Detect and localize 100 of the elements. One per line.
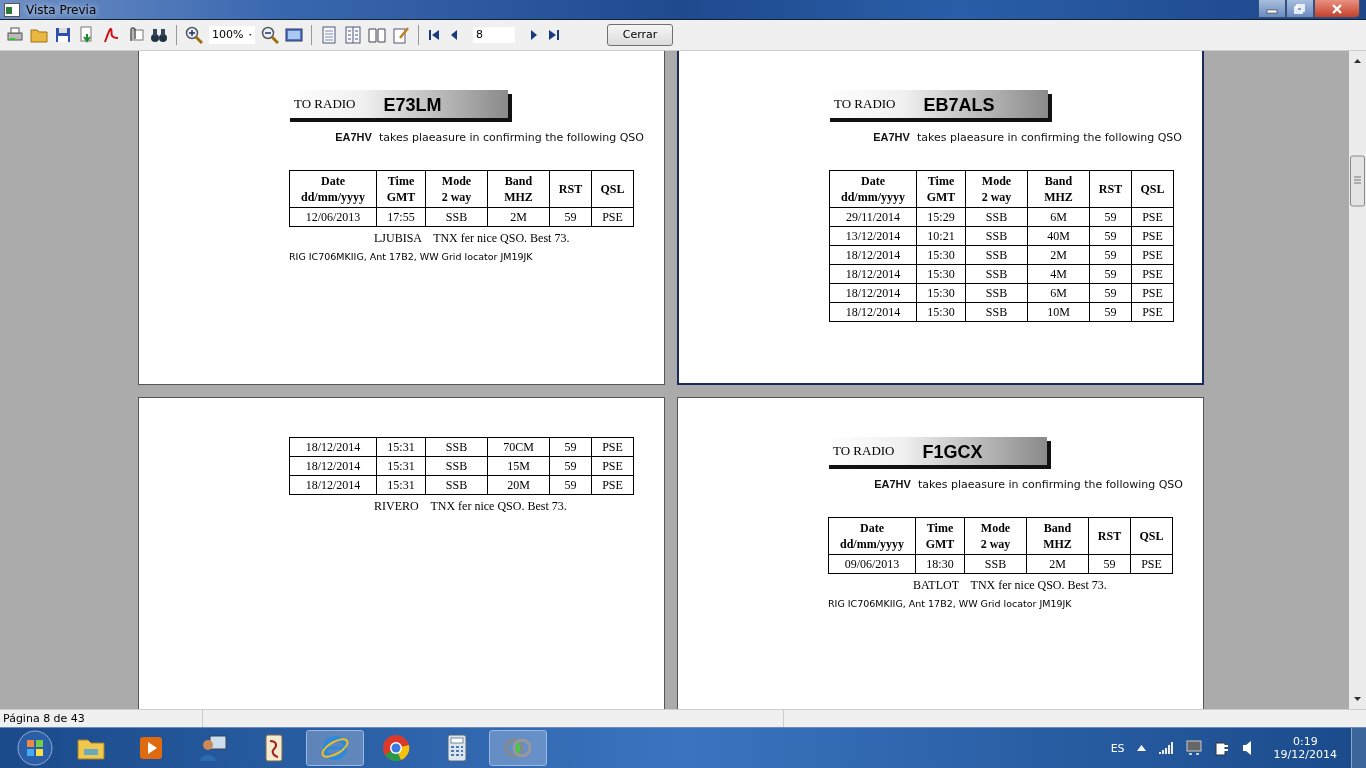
close-icon — [1330, 3, 1344, 14]
column-header: Mode 2 way — [965, 170, 1028, 208]
table-cell: 15:31 — [376, 456, 426, 476]
table-cell: SSB — [425, 475, 488, 495]
table-cell: PSE — [1131, 283, 1174, 303]
start-button[interactable] — [16, 729, 54, 767]
close-button[interactable] — [1314, 0, 1360, 18]
column-header: RST — [1088, 517, 1131, 555]
first-page-icon[interactable] — [427, 27, 441, 42]
table-cell: SSB — [425, 437, 488, 457]
two-page-icon[interactable] — [344, 25, 362, 44]
column-header: QSL — [1131, 170, 1174, 208]
closing-text: LJUBISA TNX fer nice QSO. Best 73. — [374, 230, 570, 245]
rig-text: RIG IC706MKIIG, Ant 17B2, WW Grid locator JM19JK — [289, 250, 533, 262]
pdf-icon[interactable] — [102, 25, 120, 44]
clock-time[interactable]: 0:19 — [1292, 735, 1318, 748]
confirmation-text: EA7HV takes plaeasure in confirming the following QSO — [872, 130, 1182, 144]
table-cell: 15:30 — [916, 264, 966, 284]
table-cell: 18/12/2014 — [289, 475, 377, 495]
column-header: Band MHZ — [487, 170, 550, 208]
table-cell: 18/12/2014 — [289, 437, 377, 457]
language-indicator[interactable]: ES — [1110, 741, 1125, 755]
table-cell: 10:21 — [916, 226, 966, 246]
column-header: Date dd/mm/yyyy — [829, 170, 917, 208]
column-header: Time GMT — [376, 170, 426, 208]
table-cell: 15:30 — [916, 283, 966, 303]
window-title: Vista Previa — [26, 2, 97, 17]
table-cell: 40M — [1027, 226, 1090, 246]
table-cell: 59 — [1089, 283, 1132, 303]
table-cell: PSE — [591, 456, 634, 476]
table-cell: PSE — [591, 437, 634, 457]
table-cell: SSB — [965, 264, 1028, 284]
table-cell: 15:29 — [916, 207, 966, 227]
table-cell: 6M — [1027, 283, 1090, 303]
table-cell: 18/12/2014 — [829, 302, 917, 322]
close-preview-button[interactable]: Cerrar — [607, 23, 673, 46]
show-hidden-icons-icon[interactable] — [1136, 745, 1146, 751]
restore-button[interactable] — [1286, 0, 1314, 18]
page-number-field[interactable]: 8 — [473, 26, 515, 43]
callsign: EB7ALS — [923, 94, 995, 117]
to-radio-label: TO RADIO — [833, 442, 895, 459]
table-cell: 15:31 — [376, 475, 426, 495]
column-header: RST — [1089, 170, 1132, 208]
table-cell: 59 — [1089, 302, 1132, 322]
column-header: RST — [549, 170, 592, 208]
table-cell: 10M — [1027, 302, 1090, 322]
table-cell: 4M — [1027, 264, 1090, 284]
column-header: QSL — [591, 170, 634, 208]
signal-icon[interactable] — [1157, 742, 1174, 754]
table-cell: 59 — [1089, 264, 1132, 284]
table-cell: 18/12/2014 — [829, 245, 917, 265]
table-cell: SSB — [425, 207, 488, 227]
table-cell: 20M — [487, 475, 550, 495]
table-cell: PSE — [1131, 302, 1174, 322]
zoom-in-icon[interactable] — [185, 25, 203, 44]
table-cell: 2M — [1027, 245, 1090, 265]
table-cell: 17:55 — [376, 207, 426, 227]
book-icon[interactable] — [368, 25, 386, 44]
column-header: Time GMT — [915, 517, 965, 555]
speaker-icon[interactable] — [1241, 740, 1254, 756]
table-cell: PSE — [1131, 207, 1174, 227]
table-cell: 09/06/2013 — [828, 554, 916, 574]
table-cell: PSE — [1130, 554, 1173, 574]
table-cell: SSB — [964, 554, 1027, 574]
table-cell: 2M — [487, 207, 550, 227]
minimize-button[interactable] — [1258, 0, 1286, 18]
zoom-dropdown[interactable]: 100% — [209, 25, 255, 44]
table-cell: 6M — [1027, 207, 1090, 227]
table-cell: 15:30 — [916, 302, 966, 322]
table-cell: 59 — [549, 207, 592, 227]
color-wheel-icon — [381, 733, 411, 763]
column-header: Band MHZ — [1027, 170, 1090, 208]
closing-text: RIVERO TNX fer nice QSO. Best 73. — [374, 498, 567, 513]
restore-icon — [1294, 3, 1306, 14]
table-cell: 15M — [487, 456, 550, 476]
column-header: Date dd/mm/yyyy — [289, 170, 377, 208]
printer-icon[interactable] — [6, 25, 24, 44]
confirmation-text: EA7HV takes plaeasure in confirming the following QSO — [873, 477, 1183, 491]
table-cell: SSB — [965, 283, 1028, 303]
browser-icon — [320, 733, 350, 763]
table-cell: 59 — [1088, 554, 1131, 574]
vertical-scrollbar[interactable] — [1349, 50, 1366, 709]
power-plug-icon[interactable] — [1213, 740, 1230, 756]
monitor-icon[interactable] — [285, 25, 303, 44]
rig-text: RIG IC706MKIIG, Ant 17B2, WW Grid locator JM19JK — [828, 597, 1072, 609]
network-icon[interactable] — [1185, 740, 1202, 756]
table-cell: 15:31 — [376, 437, 426, 457]
edit-icon[interactable] — [392, 25, 410, 44]
zoom-out-icon[interactable] — [261, 25, 279, 44]
clock-date[interactable]: 19/12/2014 — [1273, 748, 1337, 761]
table-cell: SSB — [965, 302, 1028, 322]
table-cell: 18/12/2014 — [829, 283, 917, 303]
column-header: Band MHZ — [1026, 517, 1089, 555]
table-cell: 18/12/2014 — [829, 264, 917, 284]
table-cell: 70CM — [487, 437, 550, 457]
table-cell: 18:30 — [915, 554, 965, 574]
table-cell: SSB — [965, 245, 1028, 265]
to-radio-label: TO RADIO — [294, 95, 356, 112]
closing-text: BATLOT TNX fer nice QSO. Best 73. — [913, 577, 1107, 592]
last-page-icon[interactable] — [547, 27, 561, 42]
